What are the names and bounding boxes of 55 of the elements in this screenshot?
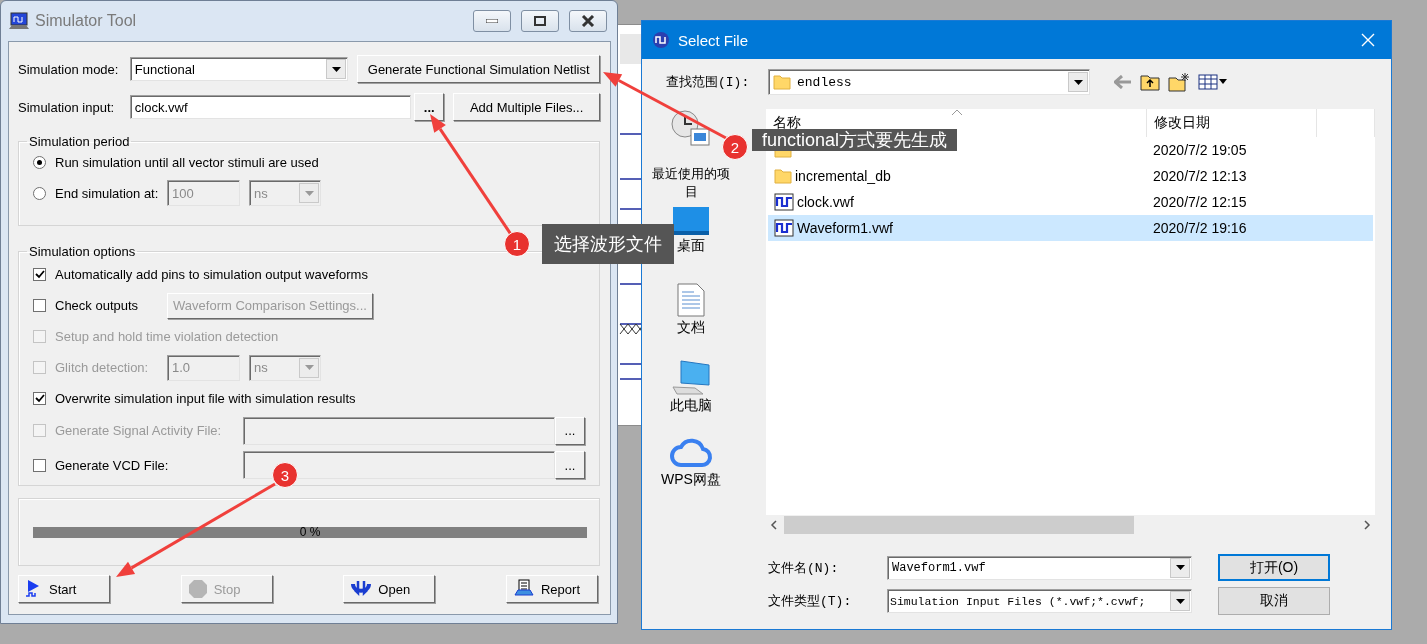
group-title: Simulation period	[28, 134, 131, 149]
file-name-label: 文件名(N):	[768, 559, 840, 577]
look-in-dropdown[interactable]: endless	[768, 69, 1090, 95]
place-label: 文档	[677, 319, 705, 337]
option-label: Glitch detection:	[55, 360, 150, 375]
mode-dropdown[interactable]: Functional	[129, 57, 349, 81]
place-label: 此电脑	[670, 397, 712, 415]
place-item[interactable]: WPS网盘	[651, 437, 731, 507]
report-button[interactable]: Report	[505, 575, 598, 603]
option-label: Generate VCD File:	[55, 457, 170, 473]
file-type-dropdown[interactable]: Simulation Input Files (*.vwf;*.cvwf;	[887, 589, 1192, 613]
start-button[interactable]: Start	[18, 575, 110, 603]
folder-name: endless	[797, 74, 852, 90]
generate-netlist-button[interactable]: Generate Functional Simulation Netlist	[357, 55, 600, 83]
option-label: Overwrite simulation input file with simulation results	[55, 391, 356, 406]
field-label: Simulation input:	[18, 99, 116, 115]
annotation-tooltip: functional方式要先生成	[752, 129, 958, 151]
option-label: Automatically add pins to simulation output waveforms	[55, 267, 368, 282]
input-field[interactable]: clock.vwf	[129, 95, 412, 119]
option-label: Run simulation until all vector stimuli are used	[55, 154, 319, 170]
option-label: Check outputs	[55, 298, 140, 313]
cancel-button[interactable]: 取消	[1218, 587, 1330, 615]
window-title: Simulator Tool	[35, 12, 138, 30]
file-name-field[interactable]: Waveform1.vwf	[887, 555, 1192, 580]
option-label: End simulation at:	[55, 185, 160, 201]
place-label: WPS网盘	[661, 471, 721, 489]
file-type-label: 文件类型(T):	[768, 593, 853, 610]
file-name: Waveform1.vwf	[797, 220, 893, 236]
browse-button[interactable]: ...	[414, 93, 445, 121]
add-files-button[interactable]: Add Multiple Files...	[453, 93, 600, 121]
file-date: 2020/7/2 19:16	[1153, 220, 1247, 236]
option-label: Setup and hold time violation detection	[55, 329, 279, 344]
file-row[interactable]: clock.vwf 2020/7/2 12:15	[768, 189, 1373, 215]
open-button[interactable]: Open	[343, 575, 436, 603]
file-date: 2020/7/2 12:15	[1153, 194, 1247, 210]
group-title: Simulation options	[28, 244, 137, 259]
column-header[interactable]: 修改日期	[1147, 109, 1317, 137]
file-row[interactable]: Waveform1.vwf 2020/7/2 19:16	[768, 215, 1373, 241]
open-button[interactable]: 打开(O)	[1218, 554, 1330, 581]
field-label: Simulation mode:	[18, 61, 120, 77]
file-name: incremental_db	[795, 168, 891, 184]
place-label: 桌面	[677, 237, 705, 255]
progress-reading: 0 %	[299, 525, 321, 539]
look-in-label: 查找范围(I):	[666, 74, 751, 91]
file-row[interactable]: incremental_db 2020/7/2 12:13	[768, 163, 1373, 189]
file-date: 2020/7/2 19:05	[1153, 142, 1247, 158]
option-label: Generate Signal Activity File:	[55, 423, 223, 438]
browse-button[interactable]: ...	[555, 451, 585, 479]
dialog-title: Select File	[678, 31, 750, 49]
file-date: 2020/7/2 12:13	[1153, 168, 1247, 184]
annotation-tooltip: 选择波形文件	[542, 224, 674, 264]
place-label: 最近使用的项目	[651, 165, 731, 201]
place-item[interactable]: 此电脑	[651, 359, 731, 437]
file-name: clock.vwf	[797, 194, 854, 210]
place-item[interactable]: 文档	[651, 283, 731, 359]
